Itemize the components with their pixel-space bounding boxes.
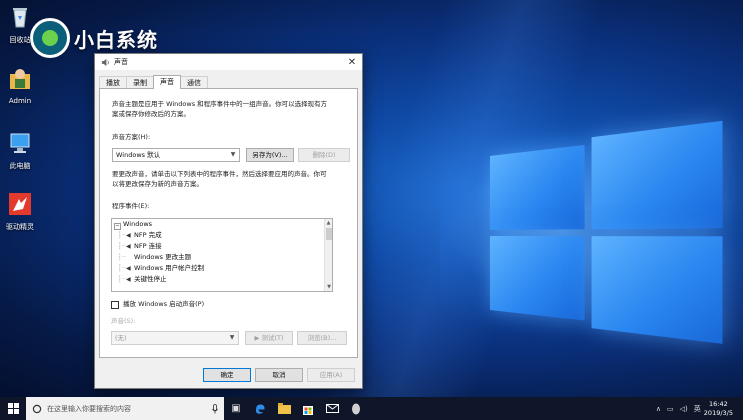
ok-button[interactable]: 确定 <box>203 368 251 382</box>
mail-icon <box>326 404 339 413</box>
brand-text: 小白系统 <box>74 24 158 53</box>
recycle-bin-icon <box>7 4 33 30</box>
scroll-up-icon[interactable]: ▲ <box>325 219 332 227</box>
system-tray: ∧ ▭ ◁) 英 16:42 2019/3/5 <box>653 397 743 420</box>
scroll-thumb[interactable] <box>326 228 332 240</box>
tab-sounds[interactable]: 声音 <box>153 75 181 89</box>
speaker-icon: ◀ <box>126 230 134 241</box>
browse-button[interactable]: 浏览(B)... <box>297 331 347 345</box>
volume-icon[interactable]: ◁) <box>680 405 688 413</box>
store-button[interactable] <box>296 397 320 420</box>
speaker-icon: ◀ <box>126 263 134 274</box>
task-view-icon: ▣ <box>231 403 240 414</box>
taskbar-search-box[interactable]: 在这里输入你要搜索的内容 <box>26 397 224 420</box>
speaker-icon <box>101 58 110 67</box>
list-item[interactable]: ┆··◀ NFP 连接 <box>112 241 332 252</box>
chevron-up-icon[interactable]: ∧ <box>656 405 661 413</box>
program-events-label: 程序事件(E): <box>112 201 149 211</box>
description-line-2: 案或保存你修改后的方案。 <box>112 109 190 119</box>
edge-button[interactable] <box>248 397 272 420</box>
taskbar-clock[interactable]: 16:42 2019/3/5 <box>704 400 733 418</box>
collapse-icon[interactable]: − <box>114 223 121 230</box>
driver-app-icon <box>7 191 33 217</box>
pinned-app-button[interactable] <box>344 397 368 420</box>
windows-logo-wallpaper <box>490 120 729 350</box>
desktop-icon-this-pc[interactable]: 此电脑 <box>0 130 40 171</box>
close-button[interactable]: ✕ <box>342 54 362 70</box>
desktop-icon-admin[interactable]: Admin <box>0 66 40 105</box>
desktop-icon-recycle-bin[interactable]: 回收站 <box>0 4 40 45</box>
taskbar: 在这里输入你要搜索的内容 ▣ ∧ ▭ ◁) 英 16:42 2019/3/5 <box>0 397 743 420</box>
sound-scheme-select[interactable]: Windows 默认 ▼ <box>112 148 240 162</box>
chevron-down-icon: ▼ <box>227 149 239 161</box>
windows-start-icon <box>8 403 19 414</box>
sounds-label: 声音(S): <box>111 316 135 326</box>
description-line-1: 声音主题是应用于 Windows 和程序事件中的一组声音。你可以选择现有方 <box>112 99 327 109</box>
app-icon <box>351 403 361 415</box>
tab-strip: 播放 录制 声音 通信 <box>99 75 207 89</box>
desktop-icon-label: 回收站 <box>0 35 40 45</box>
network-icon[interactable]: ▭ <box>667 405 674 413</box>
speaker-icon: ◀ <box>126 274 134 285</box>
brand-watermark: 小白系统 <box>30 18 158 58</box>
cancel-button[interactable]: 取消 <box>255 368 303 382</box>
apply-button[interactable]: 应用(A) <box>307 368 355 382</box>
list-item[interactable]: − Windows <box>112 219 332 230</box>
speaker-icon: ◀ <box>126 241 134 252</box>
folder-icon <box>278 403 291 414</box>
delete-button[interactable]: 删除(D) <box>298 148 350 162</box>
clock-date: 2019/3/5 <box>704 409 733 418</box>
events-scrollbar[interactable]: ▲ ▼ <box>324 219 332 291</box>
sounds-select-value: (无) <box>115 334 127 342</box>
clock-time: 16:42 <box>704 400 733 409</box>
sound-dialog: 声音 ✕ 播放 录制 声音 通信 声音主题是应用于 Windows 和程序事件中… <box>94 53 363 389</box>
list-item[interactable]: ┆·· Windows 更改主题 <box>112 252 332 263</box>
startup-sound-label: 播放 Windows 启动声音(P) <box>123 299 204 309</box>
dialog-title: 声音 <box>114 57 342 67</box>
sounds-select[interactable]: (无) ▼ <box>111 331 239 345</box>
desktop-icon-label: Admin <box>0 97 40 105</box>
store-icon <box>302 403 314 415</box>
test-button[interactable]: ▶ 测试(T) <box>245 331 293 345</box>
input-language[interactable]: 英 <box>694 404 701 414</box>
program-events-list[interactable]: − Windows ┆··◀ NFP 完成 ┆··◀ NFP 连接 ┆·· Window… <box>111 218 333 292</box>
list-item[interactable]: ┆··◀ Windows 用户帐户控制 <box>112 263 332 274</box>
desktop-icon-label: 驱动精灵 <box>0 222 40 232</box>
edge-browser-icon <box>254 403 266 415</box>
scheme-label: 声音方案(H): <box>112 132 150 142</box>
user-folder-icon <box>7 66 33 92</box>
scroll-down-icon[interactable]: ▼ <box>325 283 333 291</box>
save-as-button[interactable]: 另存为(V)... <box>246 148 294 162</box>
mail-button[interactable] <box>320 397 344 420</box>
close-icon: ✕ <box>348 57 356 68</box>
search-placeholder: 在这里输入你要搜索的内容 <box>47 404 131 414</box>
microphone-icon[interactable] <box>212 404 218 414</box>
dialog-titlebar[interactable]: 声音 ✕ <box>95 54 362 70</box>
file-explorer-button[interactable] <box>272 397 296 420</box>
startup-sound-checkbox[interactable] <box>111 301 119 309</box>
desktop-icon-label: 此电脑 <box>0 161 40 171</box>
sound-scheme-value: Windows 默认 <box>116 151 160 159</box>
chevron-down-icon: ▼ <box>226 332 238 344</box>
start-button[interactable] <box>0 397 26 420</box>
list-item[interactable]: ┆··◀ NFP 完成 <box>112 230 332 241</box>
instructions-line-1: 要更改声音，请单击以下列表中的程序事件，然后选择要应用的声音。你可 <box>112 169 327 179</box>
desktop-icon-driver-app[interactable]: 驱动精灵 <box>0 191 40 232</box>
list-item[interactable]: ┆··◀ 关键性停止 <box>112 274 332 285</box>
task-view-button[interactable]: ▣ <box>224 397 248 420</box>
computer-icon <box>7 130 33 156</box>
instructions-line-2: 以将更改保存为新的声音方案。 <box>112 179 203 189</box>
search-icon <box>32 404 42 414</box>
